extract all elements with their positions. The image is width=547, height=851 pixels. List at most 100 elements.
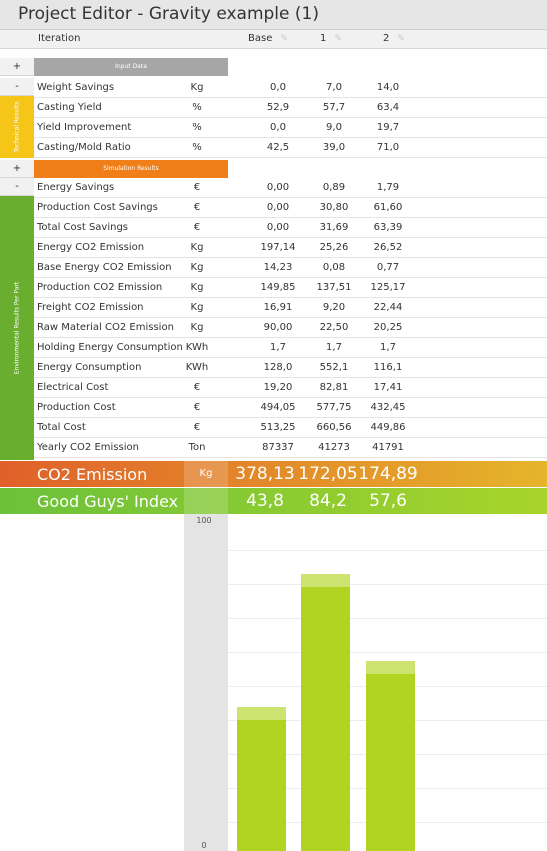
table-row: Energy Consumption KWh 128,0 552,1 116,1: [34, 358, 547, 378]
row-value: 19,7: [376, 122, 400, 133]
row-value: 0,77: [376, 262, 400, 273]
row-value: 87337: [262, 442, 294, 453]
row-value: 20,25: [373, 322, 403, 333]
table-row: Holding Energy Consumption KWh 1,7 1,7 1,7: [34, 338, 547, 358]
chart-bar-1: [301, 573, 350, 851]
row-value: 1,7: [380, 342, 396, 353]
row-value: 17,41: [373, 382, 403, 393]
table-row: Production Cost Savings €0,00 30,80 61,60: [34, 198, 547, 218]
row-value: 71,0: [376, 142, 400, 153]
row-value: 42,5: [266, 142, 290, 153]
chart-bar-base: [237, 706, 286, 851]
simulation-results-toggle[interactable]: +: [0, 160, 34, 178]
row-value: 0,00: [266, 222, 290, 233]
row-unit: %: [192, 102, 202, 113]
row-name: Total Cost Savings: [37, 222, 129, 233]
row-name: Weight Savings: [37, 82, 115, 93]
index-chart: 100 0: [0, 514, 547, 851]
row-unit: Kg: [190, 242, 204, 253]
technical-results-side-label: Technical Results: [0, 96, 34, 158]
column-label: 2: [383, 33, 390, 44]
table-row: Production CO2 Emission Kg 149,85 137,51 125…: [34, 278, 547, 298]
column-label: 1: [320, 33, 327, 44]
row-name: Casting Yield: [37, 102, 102, 113]
row-value: 137,51: [316, 282, 352, 293]
chart-axis-column: [184, 514, 228, 851]
row-value: 19,20: [263, 382, 293, 393]
row-value: 1,79: [376, 182, 400, 193]
row-unit: KWh: [185, 342, 209, 353]
table-row: Base Energy CO2 Emission Kg 14,23 0,08 0,77: [34, 258, 547, 278]
row-name: Production Cost Savings: [37, 202, 158, 213]
good-guys-index-value: 57,6: [369, 491, 407, 511]
row-value: 116,1: [373, 362, 403, 373]
pencil-icon[interactable]: ✎: [280, 34, 288, 44]
row-value: 9,20: [322, 302, 346, 313]
row-value: 16,91: [263, 302, 293, 313]
row-unit: €: [193, 422, 201, 433]
row-value: 0,00: [266, 202, 290, 213]
column-1[interactable]: 1 ✎: [320, 33, 390, 44]
row-name: Production Cost: [37, 402, 116, 413]
row-value: 14,23: [263, 262, 293, 273]
chart-bar-highlight: [237, 706, 286, 720]
simulation-results-section-bar[interactable]: Simulation Results: [34, 160, 228, 178]
row-value: 41791: [372, 442, 404, 453]
table-row: Energy CO2 Emission Kg 197,14 25,26 26,52: [34, 238, 547, 258]
technical-results-toggle[interactable]: -: [0, 78, 34, 96]
row-unit: Kg: [190, 282, 204, 293]
chart-gridline: [228, 584, 547, 585]
row-value: 1,7: [270, 342, 286, 353]
row-value: 26,52: [373, 242, 403, 253]
column-base[interactable]: Base ✎: [248, 33, 318, 44]
input-data-section-bar[interactable]: Input Data: [34, 58, 228, 76]
row-name: Production CO2 Emission: [37, 282, 163, 293]
row-value: 7,0: [326, 82, 342, 93]
column-2[interactable]: 2 ✎: [383, 33, 453, 44]
table-row: Yearly CO2 Emission Ton 87337 41273 41791: [34, 438, 547, 458]
row-unit: KWh: [185, 362, 209, 373]
pencil-icon[interactable]: ✎: [334, 34, 342, 44]
row-value: 25,26: [319, 242, 349, 253]
chart-gridline: [228, 550, 547, 551]
table-row: Raw Material CO2 Emission Kg 90,00 22,50 20,…: [34, 318, 547, 338]
chart-gridline: [228, 652, 547, 653]
iteration-label: Iteration: [38, 33, 81, 44]
co2-emission-row: CO2 Emission Kg 378,13 172,05 174,89: [0, 461, 547, 487]
row-value: 125,17: [370, 282, 406, 293]
row-unit: €: [193, 182, 201, 193]
row-name: Base Energy CO2 Emission: [37, 262, 172, 273]
row-value: 0,08: [322, 262, 346, 273]
row-name: Electrical Cost: [37, 382, 109, 393]
table-row: Production Cost €494,05 577,75 432,45: [34, 398, 547, 418]
window-title: Project Editor - Gravity example (1): [18, 4, 319, 24]
table-row: Casting/Mold Ratio% 42,5 39,0 71,0: [34, 138, 547, 158]
title-bar: Project Editor - Gravity example (1): [0, 0, 547, 30]
row-unit: %: [192, 142, 202, 153]
environmental-results-toggle[interactable]: -: [0, 178, 34, 196]
row-unit: €: [193, 222, 201, 233]
row-unit: Ton: [188, 442, 206, 453]
table-row: Casting Yield% 52,9 57,7 63,4: [34, 98, 547, 118]
chart-gridline: [228, 618, 547, 619]
co2-emission-value: 378,13: [235, 464, 295, 484]
row-value: 61,60: [373, 202, 403, 213]
table-row: Electrical Cost €19,20 82,81 17,41: [34, 378, 547, 398]
good-guys-index-value: 43,8: [246, 491, 284, 511]
row-value: 449,86: [370, 422, 406, 433]
row-value: 52,9: [266, 102, 290, 113]
row-value: 432,45: [370, 402, 406, 413]
row-unit: Kg: [190, 262, 204, 273]
row-value: 39,0: [322, 142, 346, 153]
pencil-icon[interactable]: ✎: [397, 34, 405, 44]
row-value: 577,75: [316, 402, 352, 413]
row-value: 41273: [318, 442, 350, 453]
row-value: 14,0: [376, 82, 400, 93]
row-value: 197,14: [260, 242, 296, 253]
row-name: Yield Improvement: [37, 122, 132, 133]
chart-bar-highlight: [301, 573, 350, 587]
input-data-toggle[interactable]: +: [0, 58, 34, 76]
row-name: Total Cost: [37, 422, 86, 433]
co2-emission-value: 174,89: [358, 464, 418, 484]
row-value: 9,0: [326, 122, 342, 133]
